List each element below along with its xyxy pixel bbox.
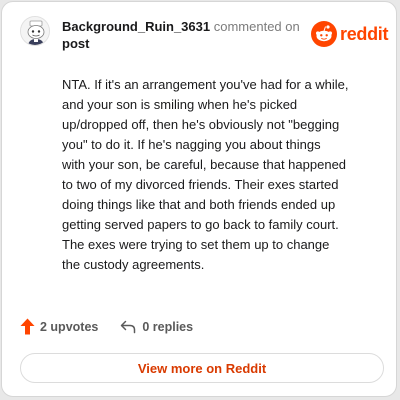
commented-on-label: commented on (213, 19, 300, 34)
comment-body: NTA. If it's an arrangement you've had f… (62, 77, 349, 272)
reddit-snoo-icon (311, 21, 337, 47)
upvote-count: 2 upvotes (40, 319, 99, 334)
comment-embed-card: Background_Ruin_3631 commented on post r… (1, 1, 397, 397)
comment-actions: 2 upvotes 0 replies (20, 318, 193, 335)
post-link[interactable]: post (62, 36, 89, 52)
comment-header: Background_Ruin_3631 commented on (62, 19, 300, 35)
reply-arrow-icon (120, 320, 136, 334)
reddit-wordmark: reddit (340, 23, 389, 44)
snoo-avatar-icon (21, 17, 49, 45)
upvote-arrow-icon[interactable] (20, 318, 35, 335)
reddit-logo[interactable]: reddit (311, 21, 389, 47)
username-link[interactable]: Background_Ruin_3631 (62, 19, 210, 34)
user-avatar[interactable] (20, 16, 50, 46)
reply-button[interactable]: 0 replies (120, 320, 193, 334)
view-more-button[interactable]: View more on Reddit (20, 353, 384, 383)
reply-count: 0 replies (142, 319, 194, 334)
